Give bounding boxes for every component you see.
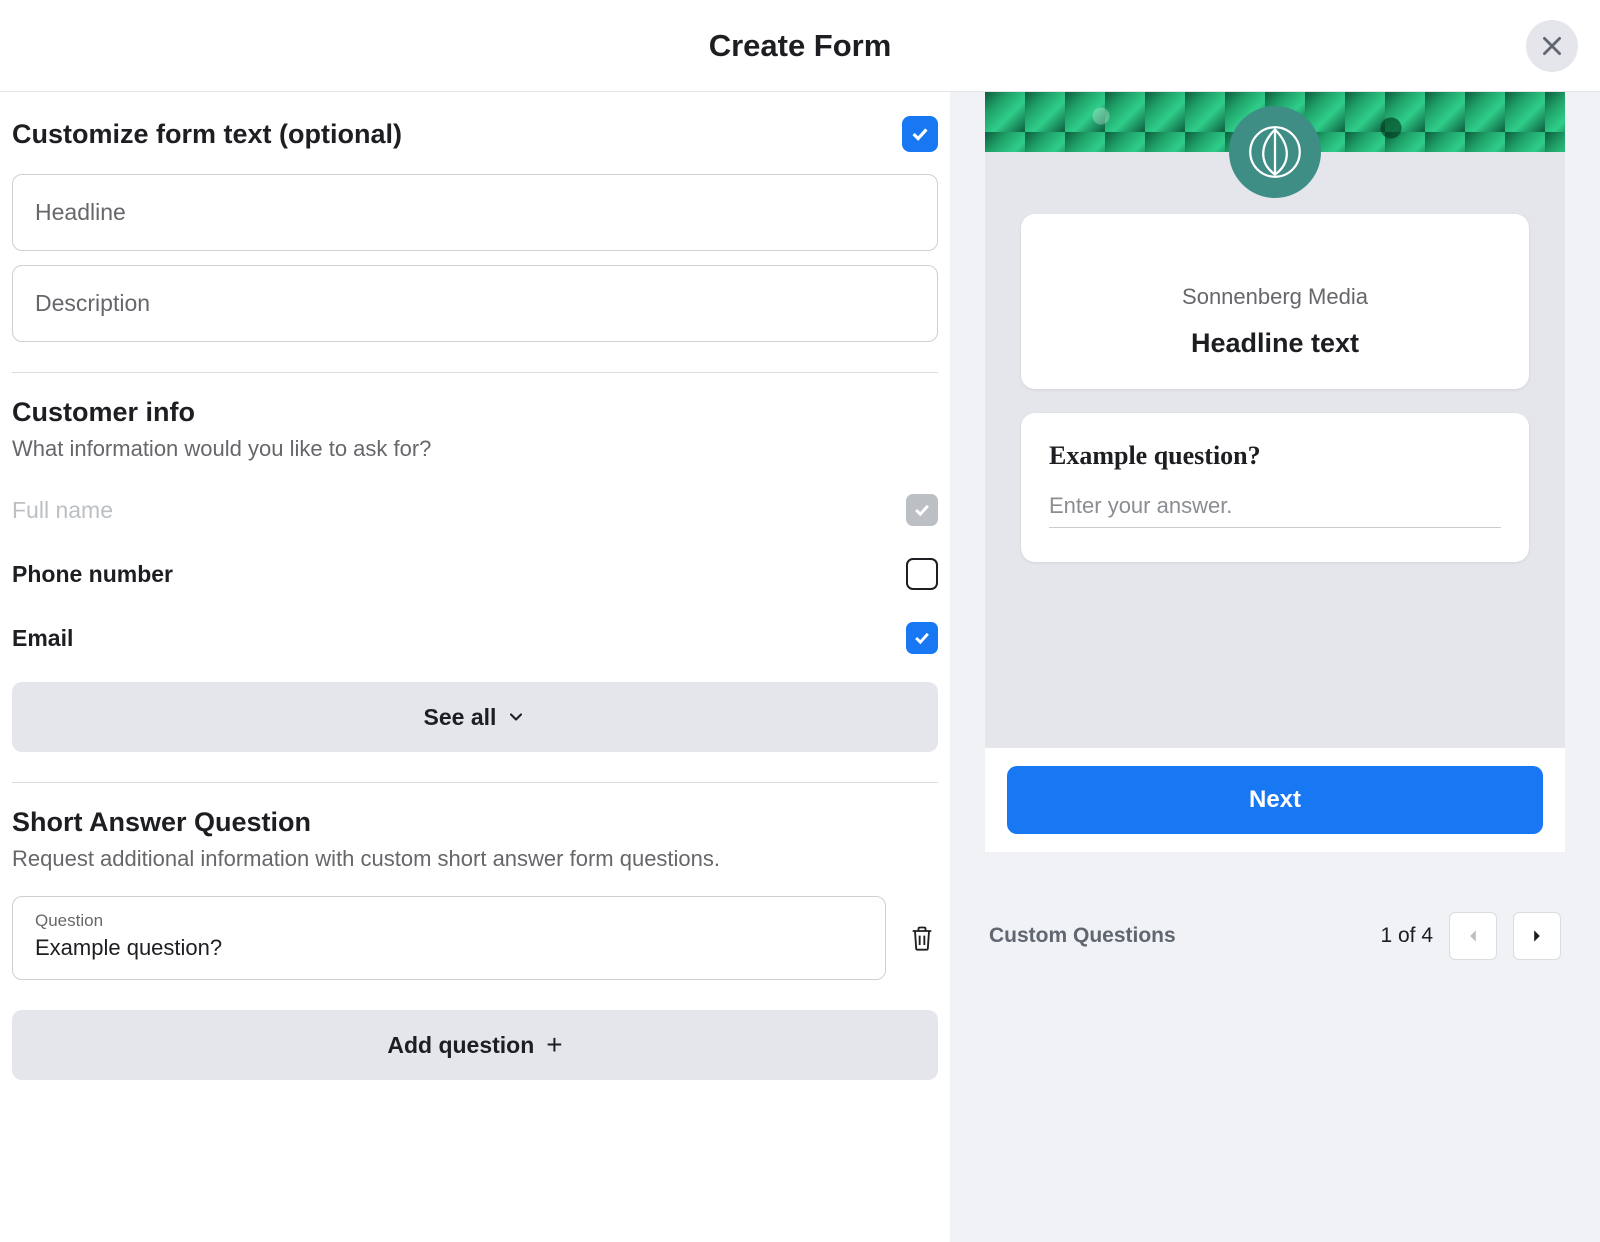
field-full-name-checkbox — [906, 494, 938, 526]
check-icon — [912, 500, 932, 520]
preview-pane: Sonnenberg Media Headline text Example q… — [950, 92, 1600, 1242]
divider — [12, 782, 938, 783]
pager-prev-button[interactable] — [1449, 912, 1497, 960]
question-input-value: Example question? — [35, 935, 863, 961]
avatar — [1229, 106, 1321, 198]
field-phone-checkbox[interactable] — [906, 558, 938, 590]
short-answer-title: Short Answer Question — [12, 807, 938, 838]
customize-title: Customize form text (optional) — [12, 119, 402, 150]
preview-question-text: Example question? — [1049, 441, 1501, 471]
add-question-button[interactable]: Add question + — [12, 1010, 938, 1080]
field-phone-label: Phone number — [12, 561, 173, 588]
divider — [12, 372, 938, 373]
field-full-name-label: Full name — [12, 497, 113, 524]
preview-headline: Headline text — [1041, 328, 1509, 359]
preview-brand: Sonnenberg Media — [1041, 284, 1509, 310]
caret-right-icon — [1530, 929, 1544, 943]
see-all-button[interactable]: See all — [12, 682, 938, 752]
pager-label: Custom Questions — [989, 924, 1176, 948]
add-question-label: Add question — [387, 1032, 534, 1059]
modal-header: Create Form — [0, 0, 1600, 92]
check-icon — [909, 123, 931, 145]
short-answer-subtitle: Request additional information with cust… — [12, 846, 938, 872]
phone-preview: Sonnenberg Media Headline text Example q… — [985, 92, 1565, 852]
leaf-icon — [1248, 125, 1302, 179]
field-email-checkbox[interactable] — [906, 622, 938, 654]
preview-next-label: Next — [1249, 786, 1301, 814]
preview-answer-input[interactable]: Enter your answer. — [1049, 493, 1501, 528]
preview-headline-card: Sonnenberg Media Headline text — [1021, 214, 1529, 389]
preview-footer: Next — [985, 748, 1565, 852]
preview-question-card: Example question? Enter your answer. — [1021, 413, 1529, 562]
customer-info-subtitle: What information would you like to ask f… — [12, 436, 938, 462]
pager-next-button[interactable] — [1513, 912, 1561, 960]
customize-toggle[interactable] — [902, 116, 938, 152]
customer-info-title: Customer info — [12, 397, 938, 428]
pager: Custom Questions 1 of 4 — [985, 912, 1565, 960]
trash-icon — [908, 924, 936, 952]
check-icon — [912, 628, 932, 648]
form-editor-pane: Customize form text (optional) Headline … — [0, 92, 950, 1242]
delete-question-button[interactable] — [906, 922, 938, 954]
chevron-down-icon — [506, 707, 526, 727]
question-input-label: Question — [35, 911, 863, 931]
modal-title: Create Form — [709, 28, 892, 64]
pager-count: 1 of 4 — [1380, 924, 1433, 948]
headline-input[interactable]: Headline — [12, 174, 938, 251]
question-input[interactable]: Question Example question? — [12, 896, 886, 980]
description-input[interactable]: Description — [12, 265, 938, 342]
field-email-label: Email — [12, 625, 73, 652]
close-button[interactable] — [1526, 20, 1578, 72]
plus-icon: + — [546, 1029, 562, 1061]
see-all-label: See all — [424, 704, 497, 731]
caret-left-icon — [1466, 929, 1480, 943]
close-icon — [1539, 33, 1565, 59]
preview-next-button[interactable]: Next — [1007, 766, 1543, 834]
